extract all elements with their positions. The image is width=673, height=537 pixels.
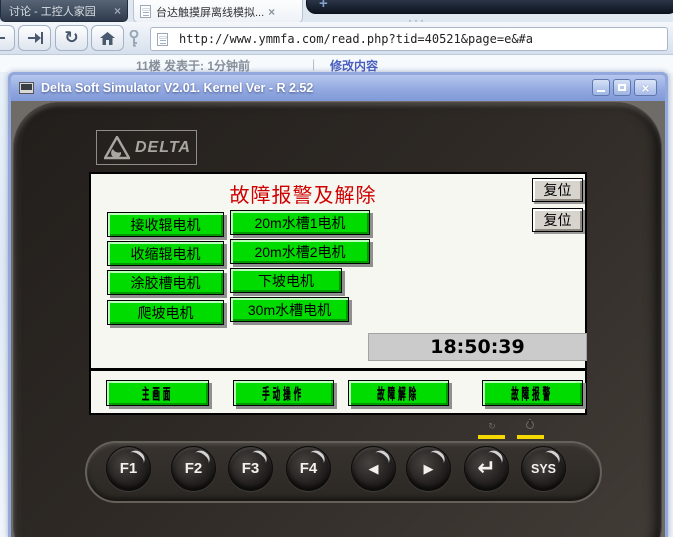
minimize-button[interactable] xyxy=(592,79,610,96)
app-icon xyxy=(19,82,34,94)
clock-display: 18:50:39 xyxy=(368,333,587,361)
hmi-screen: 故障报警及解除 复位 复位 接收辊电机 收缩辊电机 涂胶槽电机 爬坡电机 20m… xyxy=(89,172,587,415)
minimize-icon xyxy=(597,90,605,92)
alarm-button-glue-tank-motor[interactable]: 涂胶槽电机 xyxy=(107,270,224,295)
screen-title: 故障报警及解除 xyxy=(91,179,515,208)
browser-tab-bar: 讨论 - 工控人家园 × 台达触摸屏离线模拟... × + ··· xyxy=(0,0,673,22)
alarm-button-downhill-motor[interactable]: 下坡电机 xyxy=(230,268,342,293)
new-tab-bar: + xyxy=(306,0,673,14)
window-titlebar[interactable]: Delta Soft Simulator V2.01. Kernel Ver -… xyxy=(11,75,665,101)
alarm-label: 20m水槽2电机 xyxy=(254,242,345,262)
key-label: F1 xyxy=(120,460,138,477)
tab-label: 讨论 - 工控人家园 xyxy=(9,3,110,19)
alarm-label: 20m水槽1电机 xyxy=(254,213,345,233)
back-button[interactable] xyxy=(0,25,15,51)
key-f3[interactable]: F3 xyxy=(228,446,273,491)
enter-icon: ↵ xyxy=(477,456,495,481)
address-bar[interactable]: http://www.ymmfa.com/read.php?tid=40521&… xyxy=(150,27,668,51)
com-indicator-icon: ↻ xyxy=(487,421,497,431)
nav-label: 故障报警 xyxy=(511,383,553,404)
simulator-window: Delta Soft Simulator V2.01. Kernel Ver -… xyxy=(8,72,668,537)
alarm-button-receive-roller-motor[interactable]: 接收辊电机 xyxy=(107,212,224,237)
key-f2[interactable]: F2 xyxy=(171,446,216,491)
tab-delta-simulator[interactable]: 台达触摸屏离线模拟... × xyxy=(133,0,303,23)
power-icon xyxy=(526,421,534,429)
close-icon: × xyxy=(641,80,649,96)
nav-button-fault-clear[interactable]: 故障解除 xyxy=(348,380,449,406)
refresh-button[interactable]: ↻ xyxy=(55,25,88,51)
key-f4[interactable]: F4 xyxy=(286,446,331,491)
maximize-icon xyxy=(618,84,626,91)
key-label: SYS xyxy=(531,462,556,476)
forum-page-strip: 11楼 发表于: 1分钟前 | 修改内容 xyxy=(0,55,673,73)
page-icon xyxy=(140,5,151,18)
reset-button-2[interactable]: 复位 xyxy=(532,208,583,232)
alarm-button-20m-tank2-motor[interactable]: 20m水槽2电机 xyxy=(230,239,370,264)
tab-label: 台达触摸屏离线模拟... xyxy=(156,4,264,20)
maximize-button[interactable] xyxy=(613,79,631,96)
key-icon[interactable] xyxy=(128,30,140,52)
nav-label: 主画面 xyxy=(142,383,174,404)
page-icon xyxy=(157,33,168,46)
go-button[interactable] xyxy=(18,25,51,51)
delta-triangle-icon xyxy=(104,136,130,160)
key-label: F4 xyxy=(300,460,318,477)
nav-label: 手动操作 xyxy=(262,383,304,404)
home-button[interactable] xyxy=(91,25,124,51)
key-enter[interactable]: ↵ xyxy=(464,446,509,491)
window-client-area: DELTA 故障报警及解除 复位 复位 接收辊电机 收缩辊电机 涂胶槽电机 爬坡… xyxy=(11,101,665,537)
home-icon xyxy=(100,32,115,45)
reset-button-1[interactable]: 复位 xyxy=(532,178,583,202)
page-left-sliver xyxy=(0,72,8,537)
window-title: Delta Soft Simulator V2.01. Kernel Ver -… xyxy=(41,81,313,95)
close-button[interactable]: × xyxy=(634,79,657,96)
delta-logo-text: DELTA xyxy=(135,139,191,157)
clock-text: 18:50:39 xyxy=(430,336,525,358)
reset-label: 复位 xyxy=(544,180,572,200)
key-right-arrow[interactable]: ▶ xyxy=(406,446,451,491)
nav-button-fault-alarm[interactable]: 故障报警 xyxy=(482,380,583,406)
key-left-arrow[interactable]: ◀ xyxy=(351,446,396,491)
hmi-bezel: DELTA 故障报警及解除 复位 复位 接收辊电机 收缩辊电机 涂胶槽电机 爬坡… xyxy=(13,102,662,537)
right-arrow-icon: ▶ xyxy=(424,461,434,477)
reset-label: 复位 xyxy=(544,210,572,230)
key-label: F3 xyxy=(242,460,260,477)
alarm-label: 爬坡电机 xyxy=(138,303,194,323)
url-text[interactable]: http://www.ymmfa.com/read.php?tid=40521&… xyxy=(179,32,533,46)
nav-label: 故障解除 xyxy=(377,383,419,404)
screen-divider xyxy=(91,368,585,371)
alarm-label: 收缩辊电机 xyxy=(131,244,201,264)
alarm-button-30m-tank-motor[interactable]: 30m水槽电机 xyxy=(230,297,349,322)
tab-close-icon[interactable]: × xyxy=(114,4,121,18)
key-sys[interactable]: SYS xyxy=(521,446,566,491)
alarm-label: 30m水槽电机 xyxy=(248,300,331,320)
alarm-label: 涂胶槽电机 xyxy=(131,273,201,293)
alarm-label: 接收辊电机 xyxy=(131,215,201,235)
left-arrow-icon: ◀ xyxy=(369,461,379,477)
nav-button-manual-operation[interactable]: 手动操作 xyxy=(233,380,334,406)
forward-to-icon xyxy=(27,32,43,44)
alarm-button-climb-motor[interactable]: 爬坡电机 xyxy=(107,300,224,325)
new-tab-icon[interactable]: + xyxy=(319,0,328,11)
key-f1[interactable]: F1 xyxy=(106,446,151,491)
power-indicator-bar xyxy=(517,435,544,439)
nav-button-main-screen[interactable]: 主画面 xyxy=(106,380,209,406)
delta-logo: DELTA xyxy=(96,130,197,165)
separator: | xyxy=(312,57,315,71)
tab-forum[interactable]: 讨论 - 工控人家园 × xyxy=(0,0,128,22)
alarm-button-20m-tank1-motor[interactable]: 20m水槽1电机 xyxy=(230,210,370,235)
alarm-button-shrink-roller-motor[interactable]: 收缩辊电机 xyxy=(107,241,224,266)
com-indicator-bar xyxy=(478,435,505,439)
alarm-label: 下坡电机 xyxy=(258,271,314,291)
key-label: F2 xyxy=(185,460,203,477)
refresh-icon: ↻ xyxy=(64,28,78,48)
back-icon xyxy=(0,32,6,44)
browser-toolbar: ↻ http://www.ymmfa.com/read.php?tid=4052… xyxy=(0,22,673,55)
tab-close-icon[interactable]: × xyxy=(268,5,275,19)
